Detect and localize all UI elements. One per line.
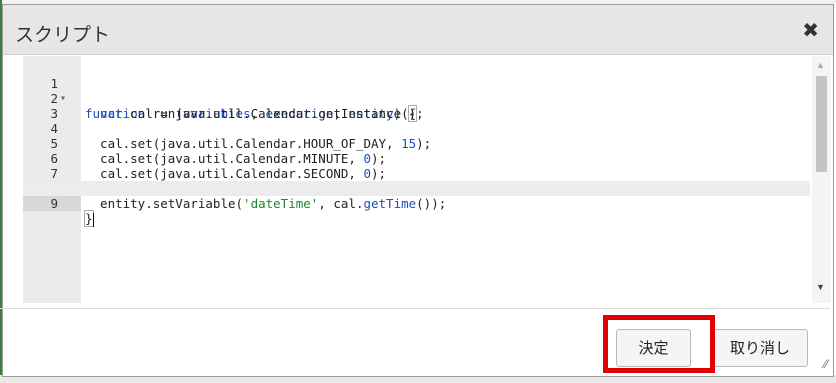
code-line-5[interactable]: 5 cal.set(java.util.Calendar.MINUTE, 0); xyxy=(23,121,810,166)
line-number: 9 xyxy=(23,196,81,211)
code-line-8[interactable]: 8 entity.setVariable('dateTime', cal.get… xyxy=(23,166,810,211)
code-line-7[interactable]: 7 xyxy=(23,151,810,181)
resize-grip-icon[interactable]: ⁄⁄ xyxy=(824,358,828,370)
dialog-titlebar: スクリプト ✖ xyxy=(3,5,833,55)
cancel-button[interactable]: 取り消し xyxy=(712,329,808,367)
scroll-thumb[interactable] xyxy=(816,76,827,172)
code-line-1[interactable]: 1 ▾ function run(variables, execution, e… xyxy=(23,61,810,122)
code-text: } xyxy=(84,210,94,227)
scroll-up-icon[interactable]: ▲ xyxy=(816,60,825,70)
code-line-9[interactable]: 9 } xyxy=(23,181,810,227)
code-line-3[interactable]: 3 xyxy=(23,91,810,121)
code-line-2[interactable]: 2 var cal = java.util.Calendar.getInstan… xyxy=(23,76,810,121)
dialog-footer: 決定 取り消し ⁄⁄ xyxy=(0,308,830,373)
code-line-6[interactable]: 6 cal.set(java.util.Calendar.SECOND, 0); xyxy=(23,136,810,181)
close-icon[interactable]: ✖ xyxy=(802,20,819,40)
text-cursor xyxy=(92,212,94,227)
dialog-title: スクリプト xyxy=(15,24,111,46)
editor-scrollbar[interactable]: ▲ ▼ xyxy=(812,56,831,303)
code-line-4[interactable]: 4 cal.set(java.util.Calendar.HOUR_OF_DAY… xyxy=(23,106,810,151)
code-text: entity.setVariable('dateTime', cal.getTi… xyxy=(85,196,447,211)
code-editor[interactable]: 1 ▾ function run(variables, execution, e… xyxy=(23,56,831,303)
highlight-box xyxy=(603,315,715,373)
scroll-down-icon[interactable]: ▼ xyxy=(816,282,825,292)
